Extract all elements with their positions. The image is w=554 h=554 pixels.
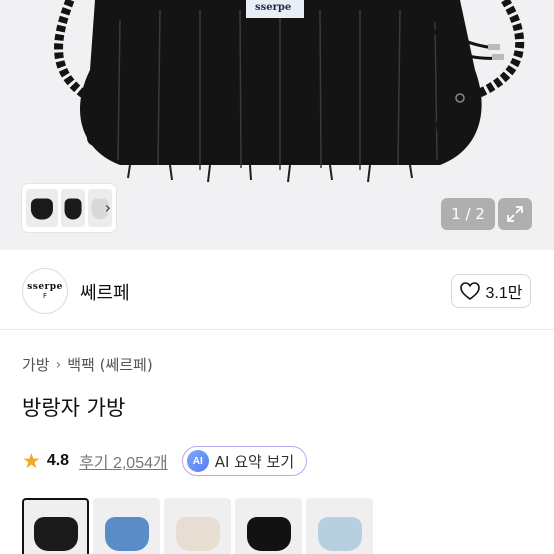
image-pager: 1 / 2 (441, 198, 495, 230)
option-light-blue[interactable] (306, 498, 373, 554)
color-options (22, 498, 373, 554)
ai-summary-button[interactable]: AI AI 요약 보기 (181, 446, 308, 476)
brand-logo-text: sserpe (27, 282, 63, 292)
reviews-link[interactable]: 후기 2,054개 (79, 449, 168, 473)
breadcrumb-item-bags[interactable]: 가방 (22, 354, 50, 375)
brand-row: sserpe F 쎄르페 3.1만 (0, 250, 554, 330)
option-black[interactable] (22, 498, 89, 554)
expand-icon[interactable] (498, 198, 532, 230)
option-blue[interactable] (93, 498, 160, 554)
product-image[interactable]: sserpe › 1 / 2 (0, 0, 554, 250)
option-black-2[interactable] (235, 498, 302, 554)
ai-icon: AI (186, 450, 209, 472)
like-button[interactable]: 3.1만 (451, 274, 531, 308)
ai-summary-label: AI 요약 보기 (214, 452, 295, 471)
product-title: 방랑자 가방 (22, 396, 126, 420)
breadcrumb-item-backpack[interactable]: 백팩 (쎄르페) (67, 354, 152, 375)
thumbnail-2[interactable] (60, 189, 85, 227)
thumbnail-strip[interactable]: › (22, 184, 116, 232)
chevron-right-icon: › (55, 356, 62, 373)
star-icon: ★ (22, 448, 41, 473)
chevron-right-icon[interactable]: › (105, 198, 111, 217)
like-count: 3.1만 (485, 285, 523, 302)
option-ivory[interactable] (164, 498, 231, 554)
breadcrumb: 가방 › 백팩 (쎄르페) (22, 354, 153, 375)
brand-logo[interactable]: sserpe F (22, 268, 68, 314)
bag-label-text: sserpe (255, 2, 292, 13)
heart-icon (459, 282, 480, 300)
rating-value: 4.8 (46, 452, 70, 469)
brand-logo-mark: F (42, 292, 48, 300)
rating-row: ★ 4.8 후기 2,054개 AI AI 요약 보기 (22, 446, 308, 476)
thumbnail-1[interactable] (26, 189, 58, 227)
brand-name[interactable]: 쎄르페 (80, 279, 130, 305)
